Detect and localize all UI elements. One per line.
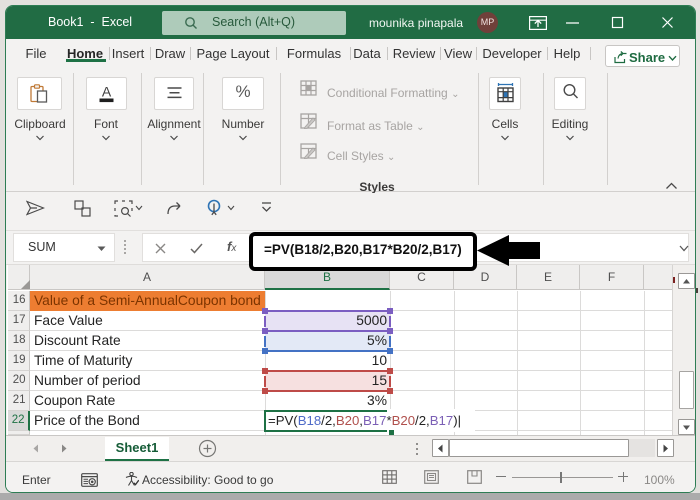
svg-text:A: A: [102, 84, 112, 100]
